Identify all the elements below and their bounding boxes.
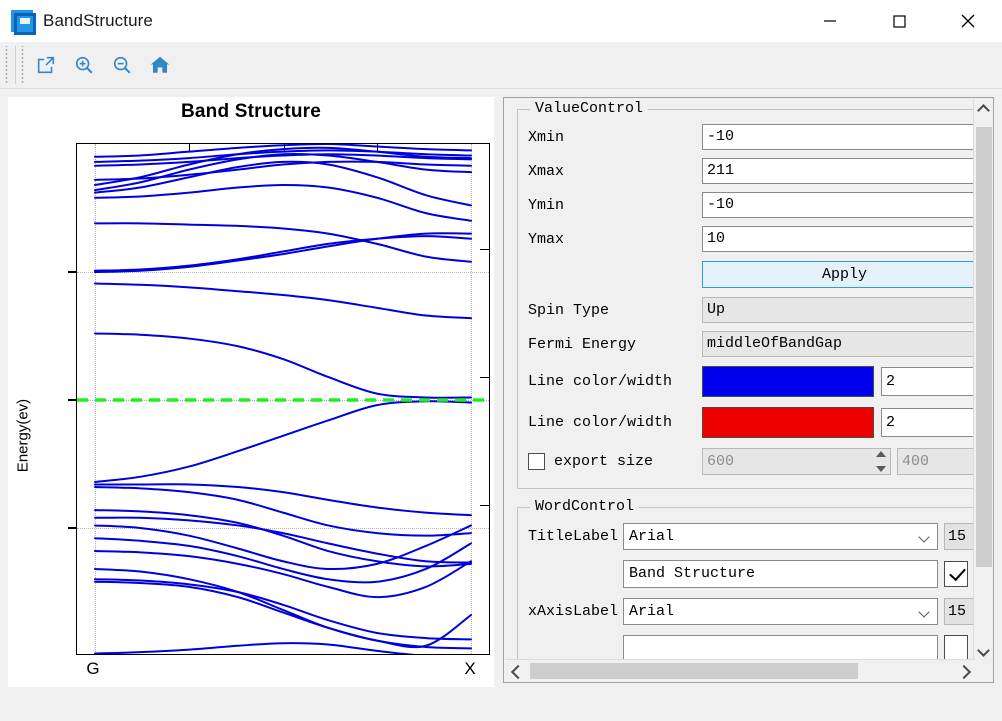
line-width-input-2[interactable]: 2 bbox=[881, 408, 975, 437]
row-line-color-1: Line color/width 2 bbox=[528, 365, 975, 398]
chart-y-axis-label: Energy(ev) bbox=[14, 398, 32, 473]
y-tick-mark bbox=[68, 527, 76, 529]
maximize-button[interactable] bbox=[864, 0, 933, 42]
x-tick-label-G: G bbox=[86, 659, 100, 678]
line-color-swatch-red[interactable] bbox=[702, 407, 874, 438]
fermi-energy-value[interactable]: middleOfBandGap bbox=[702, 331, 975, 357]
control-panel: ValueControl Xmin -10 Xmax 211 Ymin -10 bbox=[503, 97, 994, 683]
line-color-width-label-1: Line color/width bbox=[528, 373, 673, 390]
row-export-size: export size 600 400 bbox=[528, 447, 975, 476]
home-icon[interactable] bbox=[141, 46, 179, 84]
word-control-legend: WordControl bbox=[530, 498, 640, 515]
fermi-level-line bbox=[77, 398, 489, 402]
horizontal-scroll-thumb[interactable] bbox=[530, 663, 858, 679]
export-size-label: export size bbox=[554, 453, 654, 470]
xmax-label: Xmax bbox=[528, 162, 565, 180]
row-spin-type: Spin Type Up bbox=[528, 297, 975, 323]
export-height-input[interactable]: 400 bbox=[897, 448, 975, 475]
panel-horizontal-scrollbar[interactable] bbox=[505, 659, 975, 681]
toolbar-grip-2[interactable] bbox=[18, 46, 27, 84]
zoom-out-icon[interactable] bbox=[103, 46, 141, 84]
chevron-left-icon bbox=[511, 666, 521, 676]
control-panel-content: ValueControl Xmin -10 Xmax 211 Ymin -10 bbox=[505, 99, 975, 660]
ymin-label: Ymin bbox=[528, 196, 565, 214]
spinner-arrows[interactable] bbox=[873, 451, 888, 472]
title-label-label: TitleLabel bbox=[528, 528, 619, 545]
fermi-energy-label: Fermi Energy bbox=[528, 335, 637, 353]
toolbar bbox=[0, 42, 1002, 89]
row-ymin: Ymin -10 bbox=[528, 192, 975, 218]
scroll-right-button[interactable] bbox=[953, 660, 975, 682]
title-bar: BandStructure bbox=[0, 0, 1002, 42]
close-button[interactable] bbox=[933, 0, 1002, 42]
xmin-input[interactable]: -10 bbox=[702, 124, 975, 150]
value-control-legend: ValueControl bbox=[530, 100, 649, 117]
export-width-value: 600 bbox=[707, 453, 735, 470]
spin-type-label: Spin Type bbox=[528, 301, 610, 319]
ymin-input[interactable]: -10 bbox=[702, 192, 975, 218]
title-font-combo[interactable]: Arial bbox=[623, 523, 938, 550]
control-panel-viewport: ValueControl Xmin -10 Xmax 211 Ymin -10 bbox=[505, 99, 975, 660]
y-tick-mark bbox=[68, 399, 76, 401]
value-control-group: ValueControl Xmin -10 Xmax 211 Ymin -10 bbox=[517, 100, 975, 489]
row-fermi-energy: Fermi Energy middleOfBandGap bbox=[528, 331, 975, 357]
xaxis-font-value: Arial bbox=[629, 603, 675, 620]
chevron-down-icon bbox=[979, 646, 988, 655]
xaxis-visible-checkbox[interactable] bbox=[944, 635, 968, 660]
title-font-size-input[interactable]: 15 bbox=[944, 523, 975, 550]
row-xaxis-label: xAxisLabel Arial 15 bbox=[528, 597, 975, 626]
xaxis-text-input[interactable] bbox=[623, 635, 938, 660]
ymax-label: Ymax bbox=[528, 230, 565, 248]
title-text-input[interactable]: Band Structure bbox=[623, 560, 938, 588]
row-line-color-2: Line color/width 2 bbox=[528, 406, 975, 439]
word-control-group: WordControl TitleLabel Arial 15 Band Str… bbox=[517, 498, 975, 660]
row-title-label: TitleLabel Arial 15 bbox=[528, 522, 975, 551]
chevron-down-icon bbox=[920, 608, 929, 617]
row-xmax: Xmax 211 bbox=[528, 158, 975, 184]
row-ymax: Ymax 10 bbox=[528, 226, 975, 252]
chevron-up-icon bbox=[979, 104, 988, 113]
xaxis-label-label: xAxisLabel bbox=[528, 603, 619, 620]
line-width-input-1[interactable]: 2 bbox=[881, 367, 975, 396]
title-visible-checkbox[interactable] bbox=[944, 561, 968, 587]
zoom-in-icon[interactable] bbox=[65, 46, 103, 84]
x-tick-label-X: X bbox=[464, 659, 476, 678]
export-size-label-wrap: export size bbox=[528, 453, 702, 470]
scroll-down-button[interactable] bbox=[974, 641, 993, 660]
export-width-spinner[interactable]: 600 bbox=[702, 448, 891, 475]
chevron-right-icon bbox=[959, 666, 969, 676]
row-apply: Apply bbox=[528, 260, 975, 289]
chart-plot-area[interactable] bbox=[76, 143, 490, 655]
xmin-label: Xmin bbox=[528, 128, 565, 146]
title-font-value: Arial bbox=[629, 528, 675, 545]
export-icon[interactable] bbox=[27, 46, 65, 84]
app-logo-icon bbox=[11, 10, 36, 35]
chart-panel: Band Structure Energy(ev) 10 5 0 -5 -10 … bbox=[8, 97, 494, 687]
window-controls bbox=[795, 0, 1002, 42]
xaxis-font-size-input[interactable]: 15 bbox=[944, 598, 975, 625]
row-xmin: Xmin -10 bbox=[528, 124, 975, 150]
vertical-scroll-thumb[interactable] bbox=[976, 127, 992, 567]
xmax-input[interactable]: 211 bbox=[702, 158, 975, 184]
panel-vertical-scrollbar[interactable] bbox=[973, 99, 992, 660]
toolbar-grip-1[interactable] bbox=[2, 46, 11, 84]
xaxis-font-combo[interactable]: Arial bbox=[623, 598, 938, 625]
toolbar-separator bbox=[15, 46, 16, 84]
window-title: BandStructure bbox=[43, 11, 153, 30]
minimize-button[interactable] bbox=[795, 0, 864, 42]
ymax-input[interactable]: 10 bbox=[702, 226, 975, 252]
apply-button[interactable]: Apply bbox=[702, 261, 975, 288]
chevron-down-icon bbox=[920, 533, 929, 542]
scroll-up-button[interactable] bbox=[974, 99, 993, 118]
export-size-checkbox[interactable] bbox=[528, 453, 545, 470]
row-xaxis-text bbox=[528, 634, 975, 660]
application-window: BandStructure Band Structure Energy(ev) … bbox=[0, 0, 1002, 721]
line-color-width-label-2: Line color/width bbox=[528, 414, 673, 431]
chart-title: Band Structure bbox=[180, 101, 322, 122]
row-title-text: Band Structure bbox=[528, 559, 975, 589]
y-tick-mark bbox=[68, 271, 76, 273]
spin-type-value[interactable]: Up bbox=[702, 297, 975, 323]
scroll-left-button[interactable] bbox=[505, 660, 527, 682]
line-color-swatch-blue[interactable] bbox=[702, 366, 874, 397]
